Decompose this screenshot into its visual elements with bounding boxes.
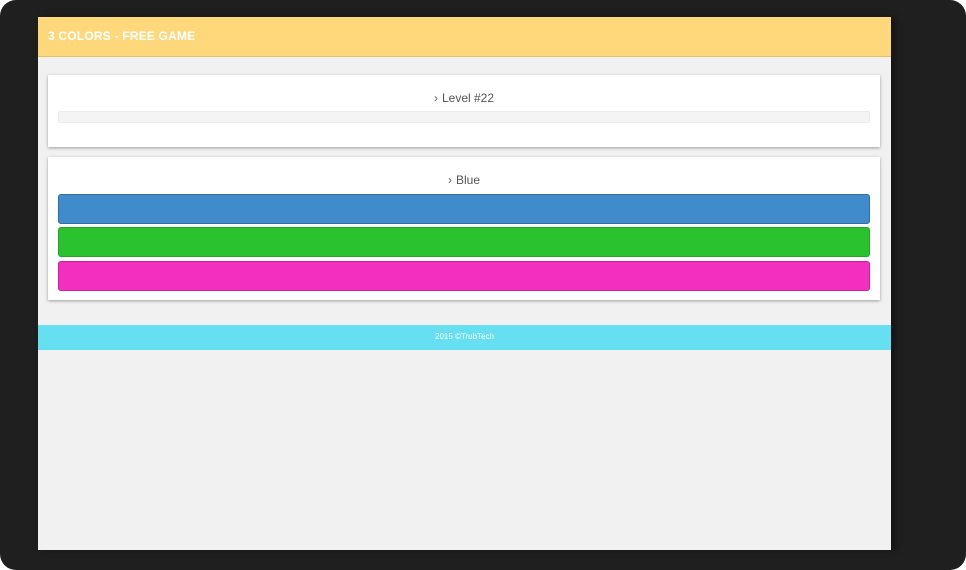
device-frame: 3 COLORS - FREE GAME › Level #22 › Blue 20… bbox=[0, 0, 966, 570]
level-card: › Level #22 bbox=[48, 75, 880, 147]
app-footer: 2015 ©TrubTech bbox=[38, 325, 891, 350]
chevron-right-icon: › bbox=[433, 91, 438, 105]
footer-copyright: 2015 ©TrubTech bbox=[435, 332, 494, 341]
level-label: Level #22 bbox=[441, 91, 495, 105]
color-prompt-heading: › Blue bbox=[48, 173, 880, 187]
chevron-right-icon: › bbox=[447, 173, 452, 187]
pink-color-button[interactable] bbox=[58, 261, 870, 291]
app-title: 3 COLORS - FREE GAME bbox=[48, 29, 196, 43]
color-prompt-label: Blue bbox=[455, 173, 481, 187]
level-progress-bar bbox=[58, 111, 870, 123]
level-heading: › Level #22 bbox=[48, 91, 880, 105]
game-screen: 3 COLORS - FREE GAME › Level #22 › Blue 20… bbox=[38, 17, 891, 550]
color-prompt-card: › Blue bbox=[48, 157, 880, 300]
app-header: 3 COLORS - FREE GAME bbox=[38, 17, 891, 57]
blue-color-button[interactable] bbox=[58, 194, 870, 224]
green-color-button[interactable] bbox=[58, 227, 870, 257]
